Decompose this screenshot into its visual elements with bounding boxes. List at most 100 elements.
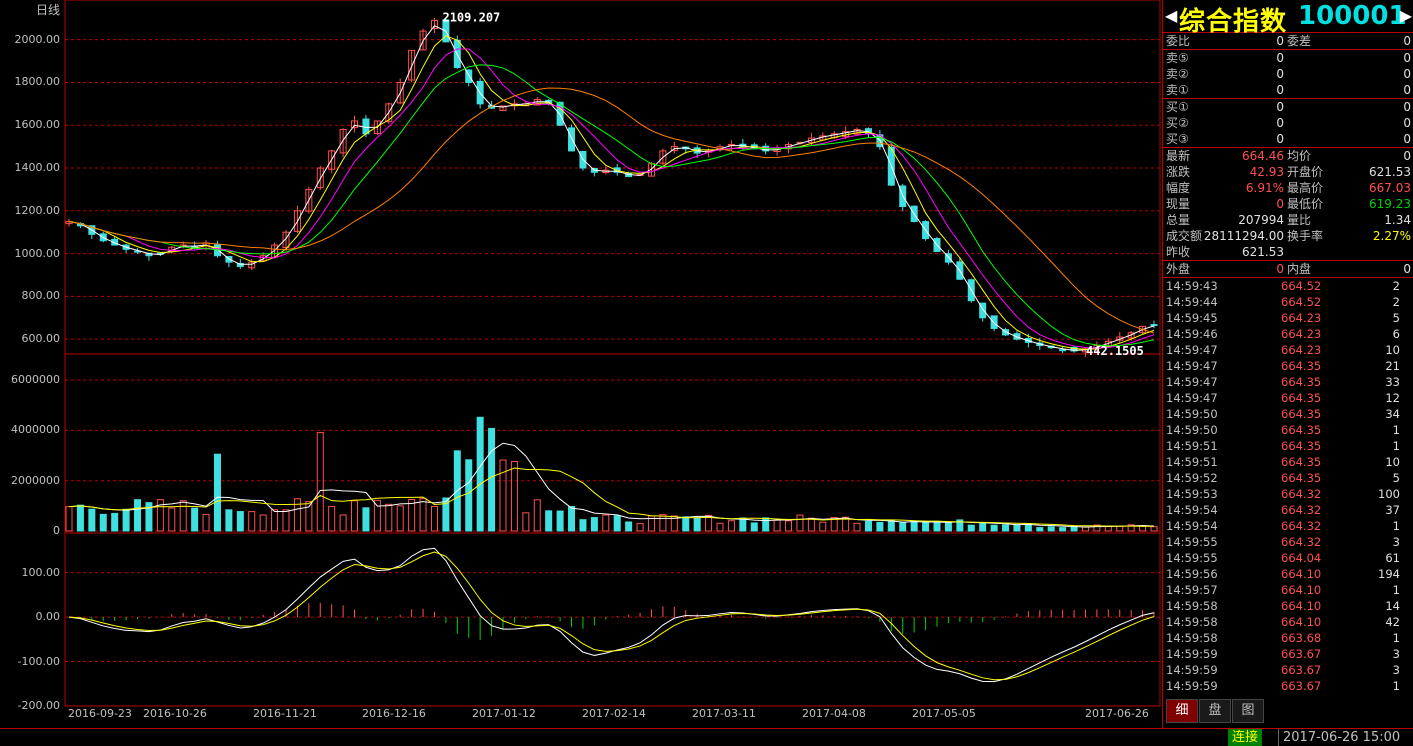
volume-bar xyxy=(248,511,256,532)
axis-tick-label: 2000000 xyxy=(11,473,60,487)
tab-1[interactable]: 盘 xyxy=(1199,699,1231,723)
tick-volume: 42 xyxy=(1385,615,1400,629)
volume-bar xyxy=(122,508,130,532)
quote-value: 28111294.00 xyxy=(1203,229,1284,243)
quote-value2: 619.23 xyxy=(1369,197,1411,211)
tick-time: 14:59:50 xyxy=(1166,423,1218,437)
weibi-label: 委比 xyxy=(1166,34,1191,48)
volume-bar xyxy=(1059,527,1067,532)
bid-section: 买① 0 0 买② 0 0 买③ 0 0 xyxy=(1163,99,1413,148)
quote-row: 昨收 621.53 xyxy=(1163,244,1413,260)
axis-tick-label: 4000000 xyxy=(11,423,60,437)
chart-area[interactable]: 2109.207 442.1505 日线 2000.00 1800.00 1600.0… xyxy=(0,0,1162,728)
tick-row: 14:59:50 664.35 34 xyxy=(1163,406,1413,422)
quote-label2: 换手率 xyxy=(1287,229,1324,243)
tab-0[interactable]: 细 xyxy=(1166,699,1198,723)
quote-label: 涨跌 xyxy=(1166,165,1191,179)
next-arrow-icon[interactable]: ▶ xyxy=(1400,6,1412,25)
quote-row: 涨跌 42.93 开盘价 621.53 xyxy=(1163,164,1413,180)
bid-price: 0 xyxy=(1276,116,1284,130)
tick-row: 14:59:59 663.67 3 xyxy=(1163,646,1413,662)
ask-volume: 0 xyxy=(1403,67,1411,81)
tick-volume: 14 xyxy=(1385,599,1400,613)
volume-bar xyxy=(408,498,416,532)
tick-row: 14:59:54 664.32 37 xyxy=(1163,502,1413,518)
volume-bar xyxy=(385,503,393,532)
tick-time: 14:59:59 xyxy=(1166,679,1218,693)
volume-bar xyxy=(476,416,484,532)
tick-volume: 1 xyxy=(1392,583,1400,597)
volume-bar xyxy=(202,513,210,532)
date-label: 2017-01-12 xyxy=(472,707,536,720)
volume-bar xyxy=(373,499,381,532)
tick-row: 14:59:47 664.35 12 xyxy=(1163,390,1413,406)
tick-price: 664.35 xyxy=(1281,391,1322,405)
volume-bar xyxy=(876,521,884,532)
ask-row: 卖② 0 0 xyxy=(1163,66,1413,82)
volume-bar xyxy=(773,519,781,532)
quote-row: 现量 0 最低价 619.23 xyxy=(1163,196,1413,212)
period-label[interactable]: 日线 xyxy=(36,1,60,18)
tick-price: 664.23 xyxy=(1281,311,1322,325)
tick-time: 14:59:44 xyxy=(1166,295,1218,309)
weibi-value: 0 xyxy=(1276,34,1284,48)
tick-row: 14:59:47 664.23 10 xyxy=(1163,342,1413,358)
volume-bar xyxy=(179,500,187,532)
volume-bar xyxy=(65,506,73,532)
volume-bar xyxy=(568,505,576,532)
status-bar: 连接 2017-06-26 15:00 xyxy=(0,728,1413,746)
volume-bar xyxy=(1036,527,1044,532)
quote-value: 0 xyxy=(1276,197,1284,211)
tick-list[interactable]: 14:59:43 664.52 2 14:59:44 664.52 2 14:59:45 66… xyxy=(1163,278,1413,694)
outer-label: 外盘 xyxy=(1166,262,1191,276)
quote-value: 664.46 xyxy=(1242,149,1284,163)
tick-row: 14:59:51 664.35 1 xyxy=(1163,438,1413,454)
volume-bar xyxy=(419,497,427,532)
volume-bar xyxy=(271,509,279,532)
quote-label2: 最高价 xyxy=(1287,181,1324,195)
volume-bar xyxy=(533,499,541,532)
tick-price: 664.35 xyxy=(1281,359,1322,373)
volume-bar xyxy=(590,517,598,532)
tick-row: 14:59:50 664.35 1 xyxy=(1163,422,1413,438)
tick-time: 14:59:43 xyxy=(1166,279,1218,293)
tick-row: 14:59:58 664.10 42 xyxy=(1163,614,1413,630)
tick-row: 14:59:57 664.10 1 xyxy=(1163,582,1413,598)
volume-bar xyxy=(922,522,930,532)
tick-row: 14:59:55 664.32 3 xyxy=(1163,534,1413,550)
volume-bar xyxy=(990,524,998,532)
quote-label: 幅度 xyxy=(1166,181,1191,195)
candle xyxy=(568,127,576,152)
bid-volume: 0 xyxy=(1403,132,1411,146)
ask-section: 卖⑤ 0 0 卖② 0 0 卖① 0 0 xyxy=(1163,50,1413,99)
quote-panel: ◀ 综合指数 100001 ▶ 委比 0 委差 0 卖⑤ 0 0 卖② 0 0 卖① 0 0 买… xyxy=(1162,0,1413,728)
date-label: 2016-09-23 xyxy=(68,707,132,720)
ask-price: 0 xyxy=(1276,67,1284,81)
quote-value2: 621.53 xyxy=(1369,165,1411,179)
candle xyxy=(1150,324,1158,327)
axis-tick-label: 2000.00 xyxy=(14,32,61,46)
connection-status[interactable]: 连接 xyxy=(1228,729,1263,746)
tick-volume: 5 xyxy=(1392,311,1400,325)
volume-bar xyxy=(933,521,941,532)
kline-chart[interactable]: 2109.207 442.1505 xyxy=(0,0,1162,728)
bid-price: 0 xyxy=(1276,132,1284,146)
volume-bar xyxy=(579,519,587,532)
tick-volume: 10 xyxy=(1385,455,1400,469)
tick-price: 663.67 xyxy=(1281,647,1322,661)
prev-arrow-icon[interactable]: ◀ xyxy=(1165,6,1177,25)
ask-row: 卖⑤ 0 0 xyxy=(1163,50,1413,66)
axis-tick-label: 0 xyxy=(53,524,60,537)
volume-bar xyxy=(510,461,518,532)
tick-volume: 3 xyxy=(1392,535,1400,549)
axis-tick-label: 800.00 xyxy=(21,289,61,303)
tick-price: 664.23 xyxy=(1281,327,1322,341)
tick-price: 664.52 xyxy=(1281,295,1322,309)
tick-time: 14:59:59 xyxy=(1166,663,1218,677)
tab-2[interactable]: 图 xyxy=(1232,699,1264,723)
inner-value: 0 xyxy=(1403,262,1411,276)
volume-bar xyxy=(362,507,370,532)
volume-bar xyxy=(168,507,176,532)
volume-bar xyxy=(430,505,438,532)
tick-row: 14:59:56 664.10 194 xyxy=(1163,566,1413,582)
